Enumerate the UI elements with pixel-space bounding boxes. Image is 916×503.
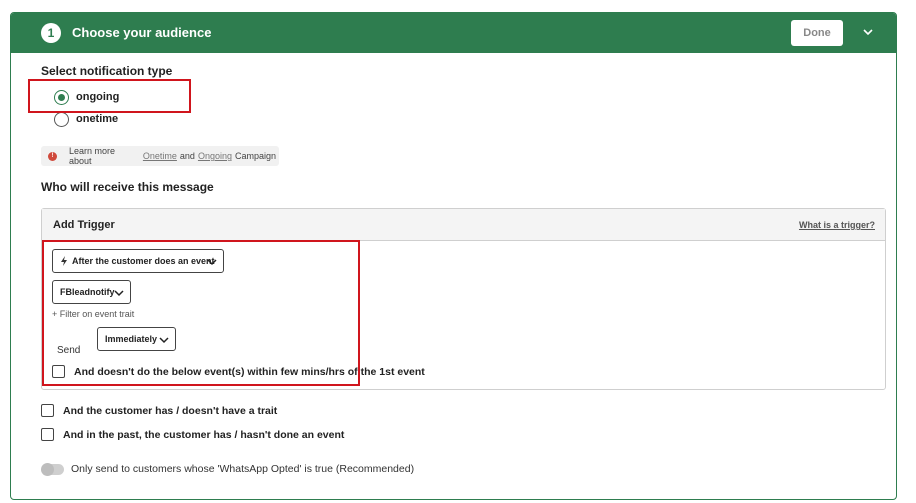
past-event-label: And in the past, the customer has / hasn… — [63, 429, 345, 441]
radio-onetime[interactable] — [54, 112, 69, 127]
info-icon: ! — [48, 151, 57, 161]
receive-label: Who will receive this message — [41, 180, 214, 194]
radio-onetime-label: onetime — [76, 113, 119, 125]
highlight-box-trigger — [42, 240, 360, 386]
what-is-trigger-link[interactable]: What is a trigger? — [799, 220, 875, 230]
chevron-down-icon[interactable] — [861, 25, 875, 39]
audience-panel: 1 Choose your audience Done Select notif… — [10, 12, 897, 500]
past-event-checkbox[interactable] — [41, 428, 54, 441]
done-button[interactable]: Done — [791, 20, 843, 46]
campaign-info-note: ! Learn more about Onetime and Ongoing C… — [41, 146, 279, 166]
ongoing-link[interactable]: Ongoing — [198, 151, 232, 161]
info-suffix: Campaign — [234, 151, 276, 161]
info-prefix: Learn more about — [68, 146, 116, 166]
step-number-badge: 1 — [41, 23, 61, 43]
trigger-title: Add Trigger — [53, 219, 115, 231]
highlight-box-ongoing — [28, 79, 191, 113]
onetime-link[interactable]: Onetime — [143, 151, 177, 161]
info-and: and — [179, 151, 195, 161]
notification-type-label: Select notification type — [41, 64, 173, 78]
whatsapp-optin-label: Only send to customers whose 'WhatsApp O… — [71, 463, 415, 475]
whatsapp-optin-toggle[interactable] — [41, 463, 64, 476]
trait-condition-checkbox[interactable] — [41, 404, 54, 417]
trigger-header: Add Trigger What is a trigger? — [42, 209, 885, 241]
trait-condition-label: And the customer has / doesn't have a tr… — [63, 405, 278, 417]
panel-header[interactable]: 1 Choose your audience Done — [11, 13, 896, 53]
panel-title: Choose your audience — [72, 25, 212, 40]
